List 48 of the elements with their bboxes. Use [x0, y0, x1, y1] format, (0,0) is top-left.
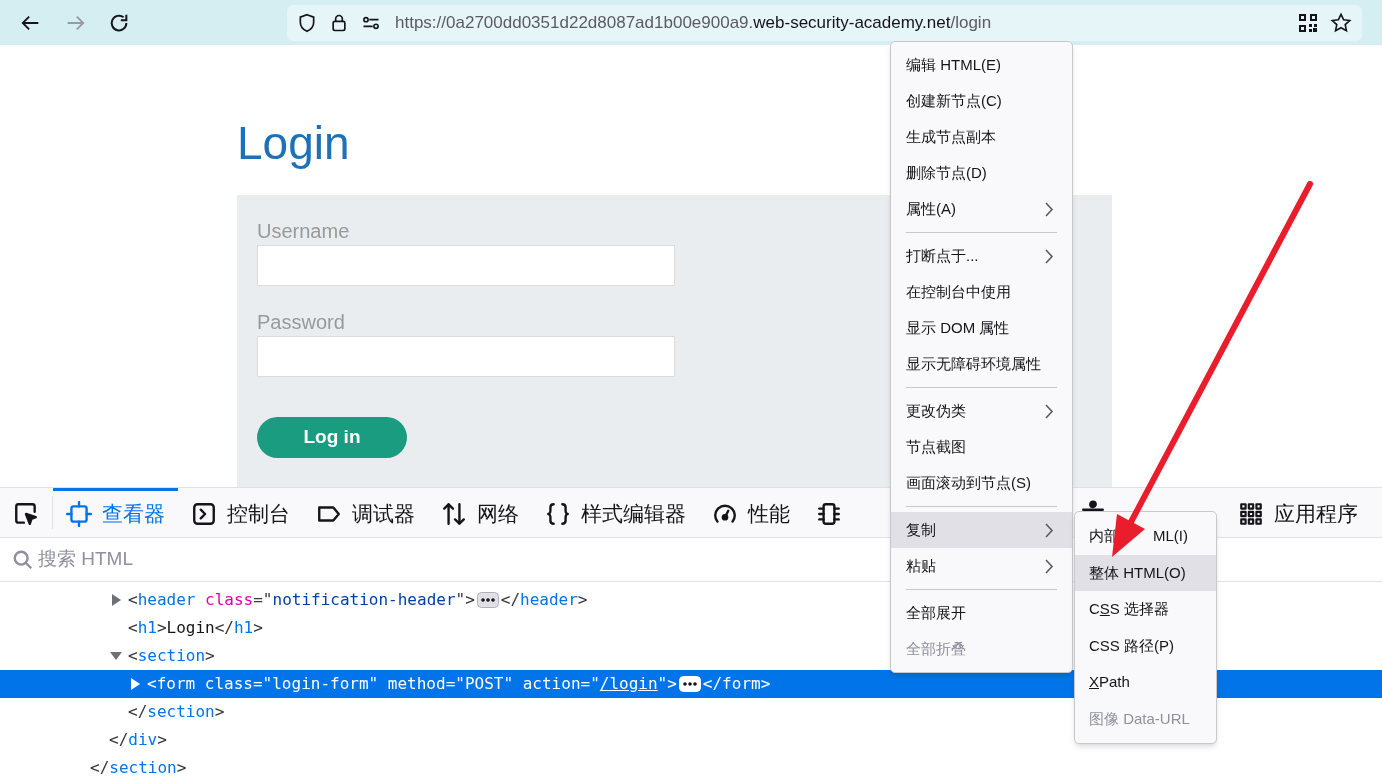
url-text: https://0a2700dd0351d22d8087ad1b00e900a9.web-security-academy.net/login: [395, 11, 992, 34]
tag-punctuation: <: [128, 645, 138, 667]
field-label: Password: [257, 310, 345, 335]
attribute-value: notification-header: [272, 589, 456, 611]
tag-punctuation: ">: [455, 589, 475, 611]
tag-punctuation: <: [128, 589, 138, 611]
tag-punctuation: >: [760, 673, 771, 695]
tag-name: div: [128, 729, 158, 751]
tag-punctuation: =": [580, 673, 600, 695]
tag-name: header: [520, 589, 578, 611]
attribute-value: login-form: [272, 673, 369, 695]
tag-punctuation: >: [205, 645, 215, 667]
tag-punctuation: </: [214, 617, 234, 639]
tag-punctuation: </: [128, 701, 148, 723]
node-text: Login: [166, 617, 215, 639]
tag-punctuation: </: [500, 589, 521, 611]
tag-punctuation: >: [176, 757, 187, 779]
tag-name: form: [156, 673, 196, 695]
tag-punctuation: </: [109, 729, 129, 751]
tag-punctuation: =": [253, 589, 273, 611]
tag-name: section: [137, 645, 206, 667]
tag-punctuation: ": [503, 673, 514, 695]
tag-punctuation: >: [214, 701, 225, 723]
tag-name: header: [137, 589, 196, 611]
tag-punctuation: =": [445, 673, 465, 695]
attribute-value: POST: [464, 673, 504, 695]
tag-punctuation: <: [147, 673, 157, 695]
tag-punctuation: >: [157, 729, 167, 751]
page-title: Login: [237, 116, 350, 171]
attribute-name: method: [386, 673, 446, 695]
tag-punctuation: >: [156, 617, 167, 639]
tag-punctuation: >: [577, 589, 588, 611]
tag-name: section: [147, 701, 215, 723]
tag-punctuation: ": [368, 673, 379, 695]
tag-name: h1: [137, 617, 157, 639]
attribute-name: class: [204, 589, 254, 611]
attribute-name: action: [521, 673, 581, 695]
tag-punctuation: </: [90, 757, 110, 779]
tag-punctuation: >: [253, 617, 263, 639]
tag-punctuation: <: [128, 617, 138, 639]
attribute-name: class: [203, 673, 253, 695]
tag-name: form: [722, 673, 761, 695]
tag-punctuation: </: [702, 673, 723, 695]
field-label: Username: [257, 219, 350, 244]
tag-name: section: [109, 757, 177, 779]
tag-punctuation: =": [252, 673, 273, 695]
tag-name: h1: [234, 617, 254, 639]
tag-punctuation: ">: [657, 673, 677, 695]
